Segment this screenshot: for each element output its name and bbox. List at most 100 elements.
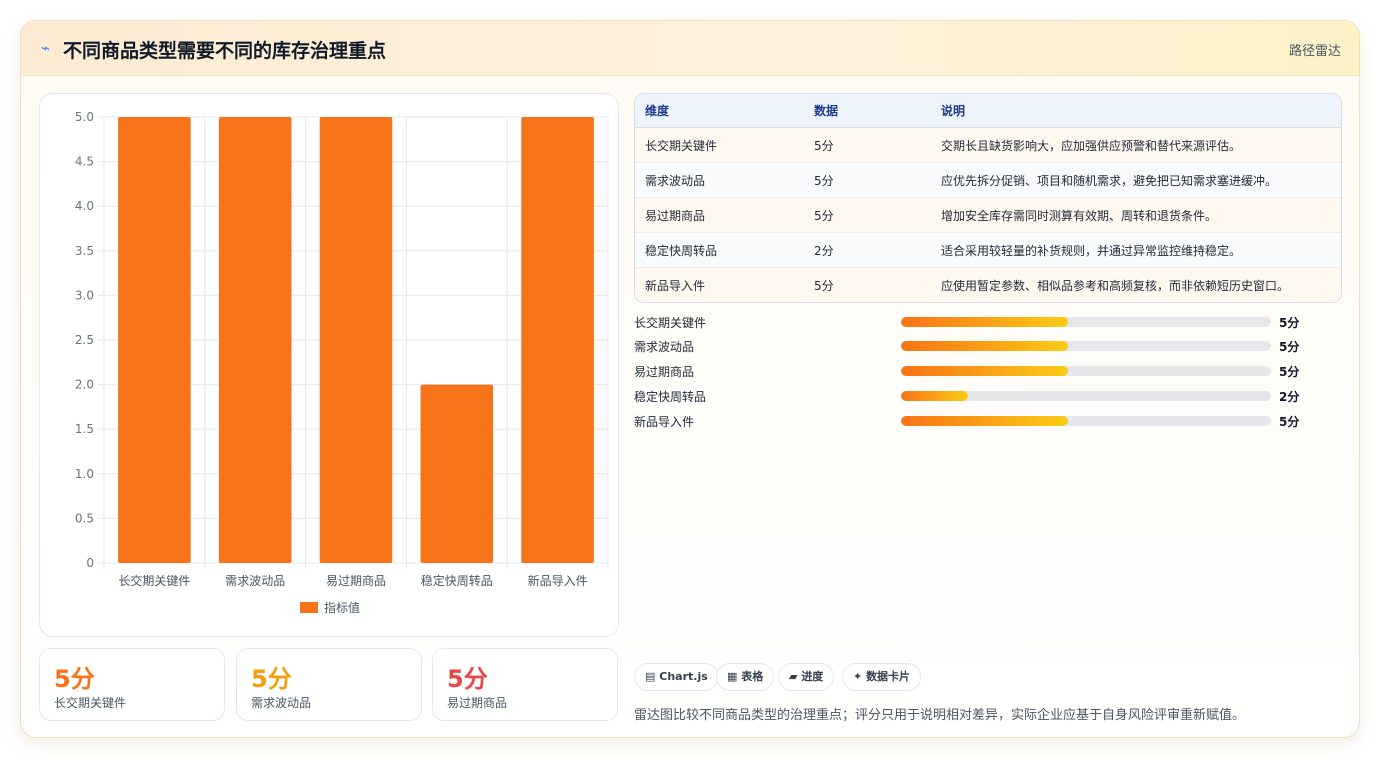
page-title: 不同商品类型需要不同的库存治理重点 <box>63 40 387 62</box>
stat-value: 5分 <box>54 665 95 693</box>
table-cell: 交期长且缺货影响大，应加强供应预警和替代来源评估。 <box>931 127 1341 163</box>
y-tick-label: 3.0 <box>75 288 94 302</box>
bolt-icon: ⌁ <box>41 39 51 57</box>
table-cell: 5分 <box>804 162 931 198</box>
table-header-cell: 维度 <box>635 94 804 128</box>
progress-row: 需求波动品 5分 <box>634 336 1334 356</box>
table-row: 需求波动品 5分 应优先拆分促销、项目和随机需求，避免把已知需求塞进缓冲。 <box>635 162 1341 198</box>
card-icon: ✦ <box>853 670 863 683</box>
stat-value: 5分 <box>447 665 488 693</box>
progress-fill <box>901 416 1068 426</box>
table-icon: ▦ <box>727 670 738 683</box>
y-tick-label: 0.5 <box>75 511 94 525</box>
progress-track <box>901 391 1271 401</box>
progress-label: 长交期关键件 <box>634 316 707 330</box>
progress-row: 易过期商品 5分 <box>634 361 1334 381</box>
table-row: 新品导入件 5分 应使用暂定参数、相似品参考和高频复核，而非依赖短历史窗口。 <box>635 267 1341 302</box>
y-tick-label: 0 <box>86 556 94 570</box>
progress-value: 2分 <box>1279 390 1300 404</box>
table-cell: 需求波动品 <box>635 162 804 198</box>
table-cell: 增加安全库存需同时测算有效期、周转和退货条件。 <box>931 197 1341 233</box>
progress-icon: ▰ <box>789 670 798 683</box>
stat-card-2: 5分 易过期商品 <box>432 648 618 721</box>
chart-icon: ▤ <box>645 670 656 683</box>
table-cell: 易过期商品 <box>635 197 804 233</box>
progress-row: 新品导入件 5分 <box>634 411 1334 431</box>
bar <box>420 384 494 563</box>
chip-label: Chart.js <box>659 670 708 683</box>
progress-track <box>901 341 1271 351</box>
x-tick-label: 长交期关键件 <box>118 573 190 588</box>
progress-fill <box>901 391 968 401</box>
progress-value: 5分 <box>1279 415 1300 429</box>
card-header: ⌁ 不同商品类型需要不同的库存治理重点 路径雷达 <box>21 21 1359 76</box>
bar <box>319 117 393 563</box>
progress-track <box>901 317 1271 327</box>
bar <box>521 117 594 563</box>
y-tick-label: 2.0 <box>75 378 94 392</box>
x-tick-label: 新品导入件 <box>528 573 588 588</box>
bar <box>118 117 191 563</box>
table-row: 稳定快周转品 2分 适合采用较轻量的补货规则，并通过异常监控维持稳定。 <box>635 232 1341 268</box>
progress-label: 稳定快周转品 <box>634 390 707 404</box>
table-cell: 应优先拆分促销、项目和随机需求，避免把已知需求塞进缓冲。 <box>931 162 1341 198</box>
stat-label: 易过期商品 <box>447 696 508 710</box>
progress-label: 需求波动品 <box>634 340 695 354</box>
chip-table[interactable]: ▦ 表格 <box>716 663 775 691</box>
stat-card-0: 5分 长交期关键件 <box>39 648 225 721</box>
bar-chart: 0 0.5 1.0 1.5 2.0 2.5 3.0 3.5 4.0 4.5 5.0 长交期关键件 需求波… <box>75 110 609 615</box>
y-tick-label: 4.5 <box>75 155 94 169</box>
stat-label: 长交期关键件 <box>54 696 127 710</box>
chip-label: 数据卡片 <box>866 670 911 683</box>
table-cell: 5分 <box>804 127 931 163</box>
bar <box>218 117 292 563</box>
table-cell: 新品导入件 <box>635 267 804 302</box>
chip-chartjs[interactable]: ▤ Chart.js <box>634 663 719 691</box>
progress-track <box>901 366 1271 376</box>
legend-label: 指标值 <box>324 600 360 615</box>
table-cell: 5分 <box>804 267 931 302</box>
chip-label: 表格 <box>741 670 764 683</box>
y-tick-label: 5.0 <box>75 110 94 124</box>
stat-value: 5分 <box>251 665 292 693</box>
table-cell: 2分 <box>804 232 931 268</box>
table-cell: 适合采用较轻量的补货规则，并通过异常监控维持稳定。 <box>931 232 1341 268</box>
bar-chart-panel: 0 0.5 1.0 1.5 2.0 2.5 3.0 3.5 4.0 4.5 5.0 长交期关键件 需求波… <box>39 93 619 637</box>
progress-value: 5分 <box>1279 340 1300 354</box>
table-cell: 5分 <box>804 197 931 233</box>
progress-label: 新品导入件 <box>634 415 695 429</box>
progress-value: 5分 <box>1279 316 1300 330</box>
progress-fill <box>901 366 1068 376</box>
table-cell: 稳定快周转品 <box>635 232 804 268</box>
main-card: ⌁ 不同商品类型需要不同的库存治理重点 路径雷达 0 0.5 1.0 1.5 2.0 2.… <box>20 20 1360 738</box>
progress-label: 易过期商品 <box>634 365 695 379</box>
progress-row: 稳定快周转品 2分 <box>634 386 1334 406</box>
y-tick-label: 3.5 <box>75 244 94 258</box>
stat-card-1: 5分 需求波动品 <box>236 648 422 721</box>
table-cell: 应使用暂定参数、相似品参考和高频复核，而非依赖短历史窗口。 <box>931 267 1341 302</box>
x-tick-label: 稳定快周转品 <box>421 573 493 588</box>
y-tick-label: 1.0 <box>75 467 94 481</box>
progress-fill <box>901 341 1068 351</box>
x-tick-label: 需求波动品 <box>225 574 285 588</box>
table-header-row: 维度 数据 说明 <box>635 94 1341 128</box>
header-tag: 路径雷达 <box>1288 44 1341 59</box>
data-table: 维度 数据 说明 长交期关键件 5分 交期长且缺货影响大，应加强供应预警和替代来… <box>634 93 1342 303</box>
chip-data-card[interactable]: ✦ 数据卡片 <box>842 663 922 691</box>
stat-label: 需求波动品 <box>251 696 312 710</box>
table-header-cell: 数据 <box>804 94 931 128</box>
table-header-cell: 说明 <box>931 94 1341 128</box>
progress-row: 长交期关键件 5分 <box>634 312 1334 332</box>
y-tick-label: 4.0 <box>75 199 94 213</box>
chip-label: 进度 <box>801 670 824 683</box>
table-cell: 长交期关键件 <box>635 127 804 163</box>
table-row: 易过期商品 5分 增加安全库存需同时测算有效期、周转和退货条件。 <box>635 197 1341 233</box>
progress-value: 5分 <box>1279 365 1300 379</box>
footnote: 雷达图比较不同商品类型的治理重点；评分只用于说明相对差异，实际企业应基于自身风险… <box>634 708 1246 723</box>
x-tick-label: 易过期商品 <box>326 573 386 588</box>
y-tick-label: 1.5 <box>75 422 94 436</box>
table-row: 长交期关键件 5分 交期长且缺货影响大，应加强供应预警和替代来源评估。 <box>635 127 1341 163</box>
progress-fill <box>901 317 1068 327</box>
y-tick-label: 2.5 <box>75 333 94 347</box>
chip-progress[interactable]: ▰ 进度 <box>778 663 835 691</box>
